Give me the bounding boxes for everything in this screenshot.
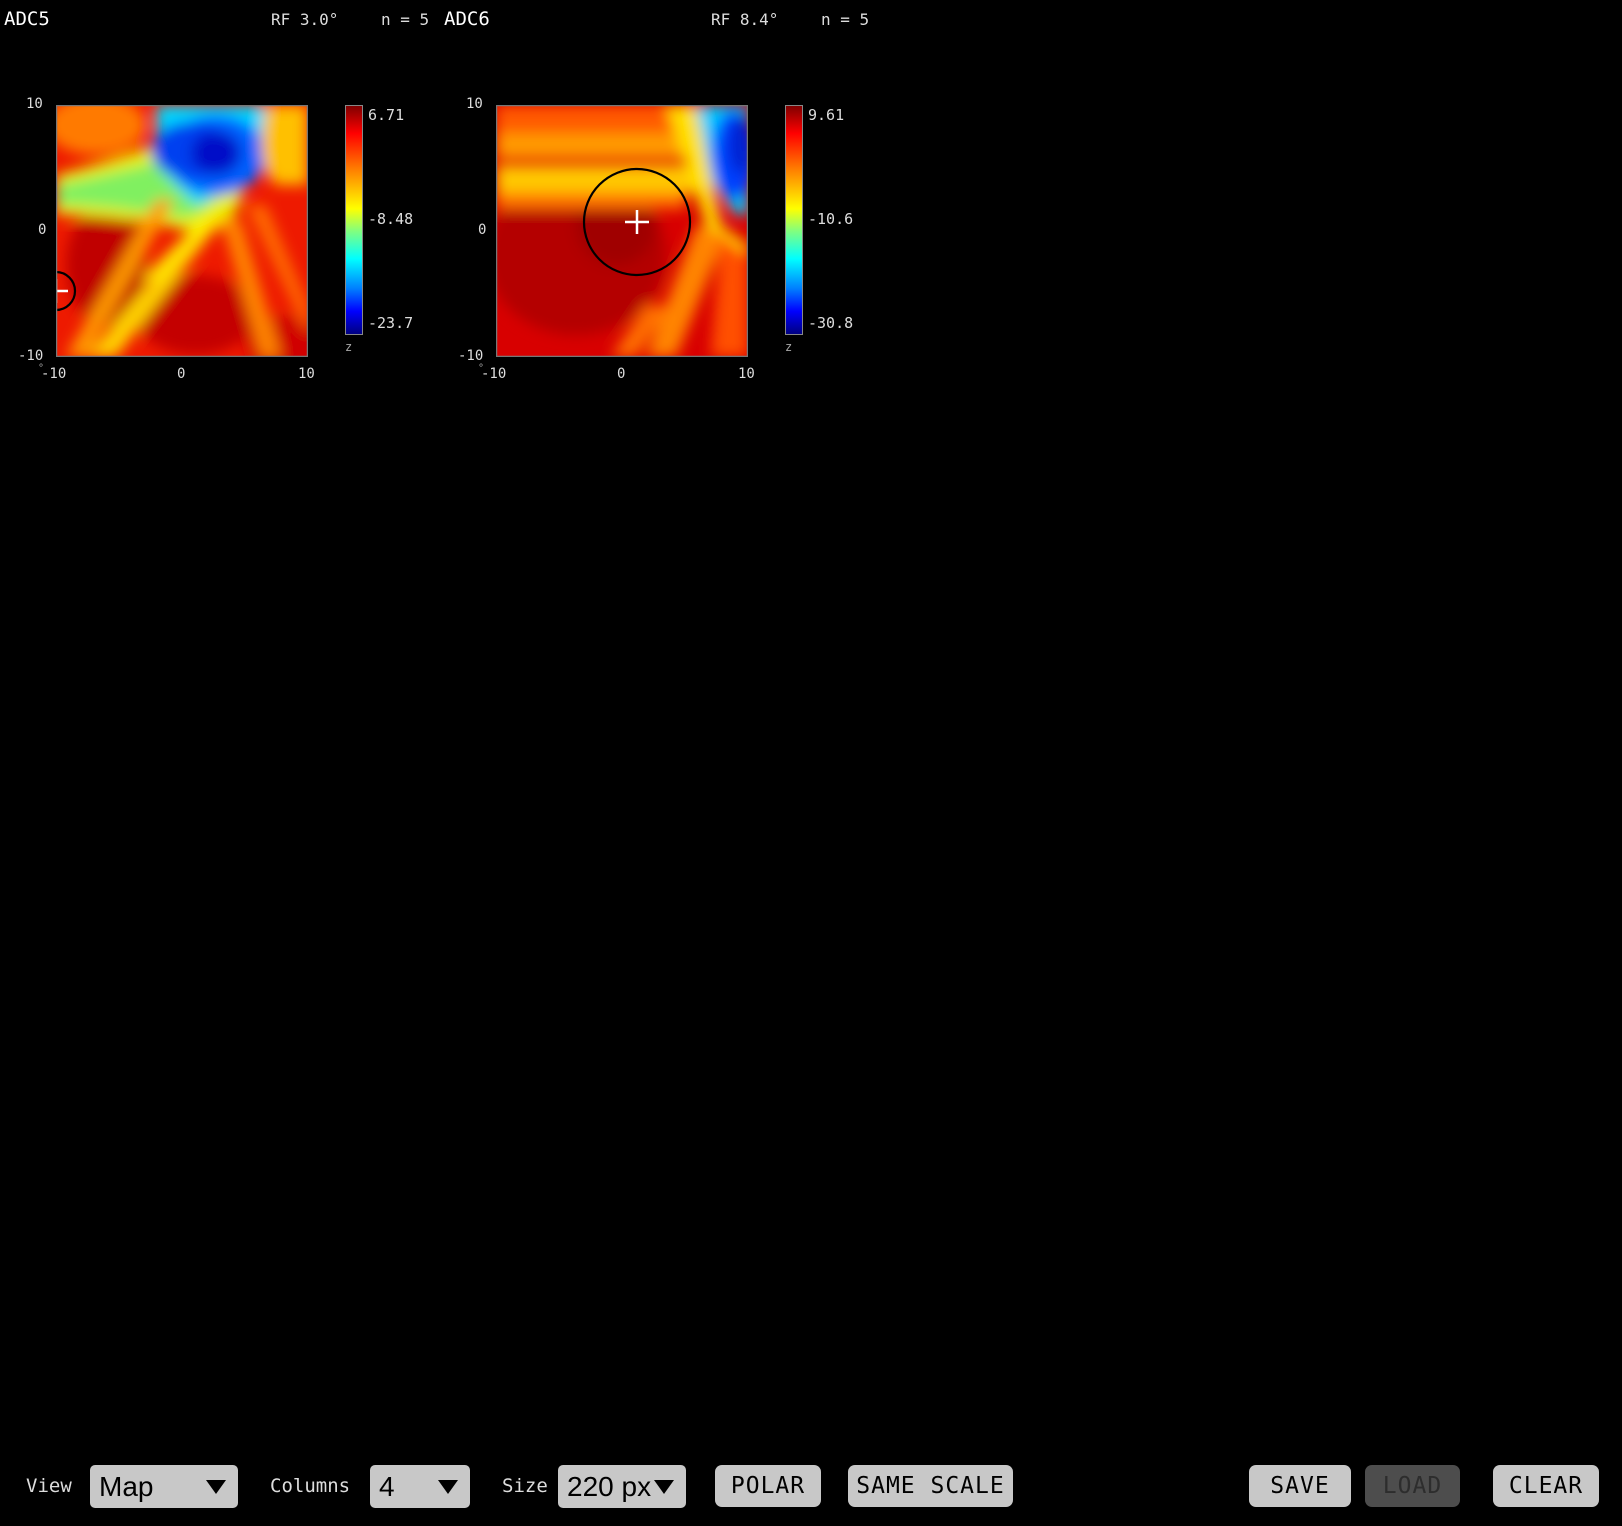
x-tick: -10 (41, 366, 67, 382)
colorbar (785, 105, 803, 335)
heatmap[interactable] (496, 105, 748, 357)
panel-title: ADC5 (4, 8, 50, 30)
columns-select[interactable]: 4 (370, 1465, 470, 1508)
x-tick: -10 (481, 366, 507, 382)
rf-size-text: RF 8.4° (711, 10, 779, 29)
polar-button[interactable]: POLAR (715, 1465, 821, 1507)
n-count-text: n = 5 (381, 10, 430, 29)
x-tick: 0 (617, 366, 626, 382)
colorbar-mid: -10.6 (808, 210, 854, 228)
map-panel-adc6: ADC6 RF 8.4° n = 5 10 0 -10 -10 0 10 ° 9… (440, 0, 880, 400)
colorbar-min: -30.8 (808, 314, 854, 332)
colorbar-unit: z (785, 340, 793, 354)
map-panel-adc5: ADC5 RF 3.0° n = 5 10 0 -10 -10 0 10 ° 6… (0, 0, 440, 400)
y-tick: -10 (18, 348, 44, 364)
panel-title: ADC6 (444, 8, 490, 30)
same-scale-button[interactable]: SAME SCALE (848, 1465, 1013, 1507)
load-button[interactable]: LOAD (1365, 1465, 1460, 1507)
x-tick: 10 (298, 366, 315, 382)
columns-label: Columns (270, 1475, 351, 1497)
y-tick: 10 (466, 96, 483, 112)
size-select-value: 220 px (567, 1471, 652, 1502)
colorbar (345, 105, 363, 335)
degree-unit: ° (478, 363, 485, 374)
view-label: View (26, 1475, 72, 1497)
x-tick: 0 (177, 366, 186, 382)
chevron-down-icon (206, 1480, 226, 1494)
y-tick: 0 (478, 222, 487, 238)
y-tick: -10 (458, 348, 484, 364)
x-tick: 10 (738, 366, 755, 382)
save-button[interactable]: SAVE (1249, 1465, 1351, 1507)
y-tick: 0 (38, 222, 47, 238)
chevron-down-icon (438, 1480, 458, 1494)
clear-button[interactable]: CLEAR (1493, 1465, 1599, 1507)
rf-size-text: RF 3.0° (271, 10, 339, 29)
colorbar-max: 6.71 (368, 106, 405, 124)
degree-unit: ° (38, 363, 45, 374)
chevron-down-icon (654, 1480, 674, 1494)
heatmap[interactable] (56, 105, 308, 357)
size-label: Size (502, 1475, 548, 1497)
y-tick: 10 (26, 96, 43, 112)
n-count-text: n = 5 (821, 10, 870, 29)
columns-select-value: 4 (379, 1471, 395, 1502)
size-select[interactable]: 220 px (558, 1465, 686, 1508)
colorbar-min: -23.7 (368, 314, 414, 332)
colorbar-unit: z (345, 340, 353, 354)
view-select-value: Map (99, 1471, 154, 1502)
colorbar-mid: -8.48 (368, 210, 414, 228)
view-select[interactable]: Map (90, 1465, 238, 1508)
colorbar-max: 9.61 (808, 106, 845, 124)
